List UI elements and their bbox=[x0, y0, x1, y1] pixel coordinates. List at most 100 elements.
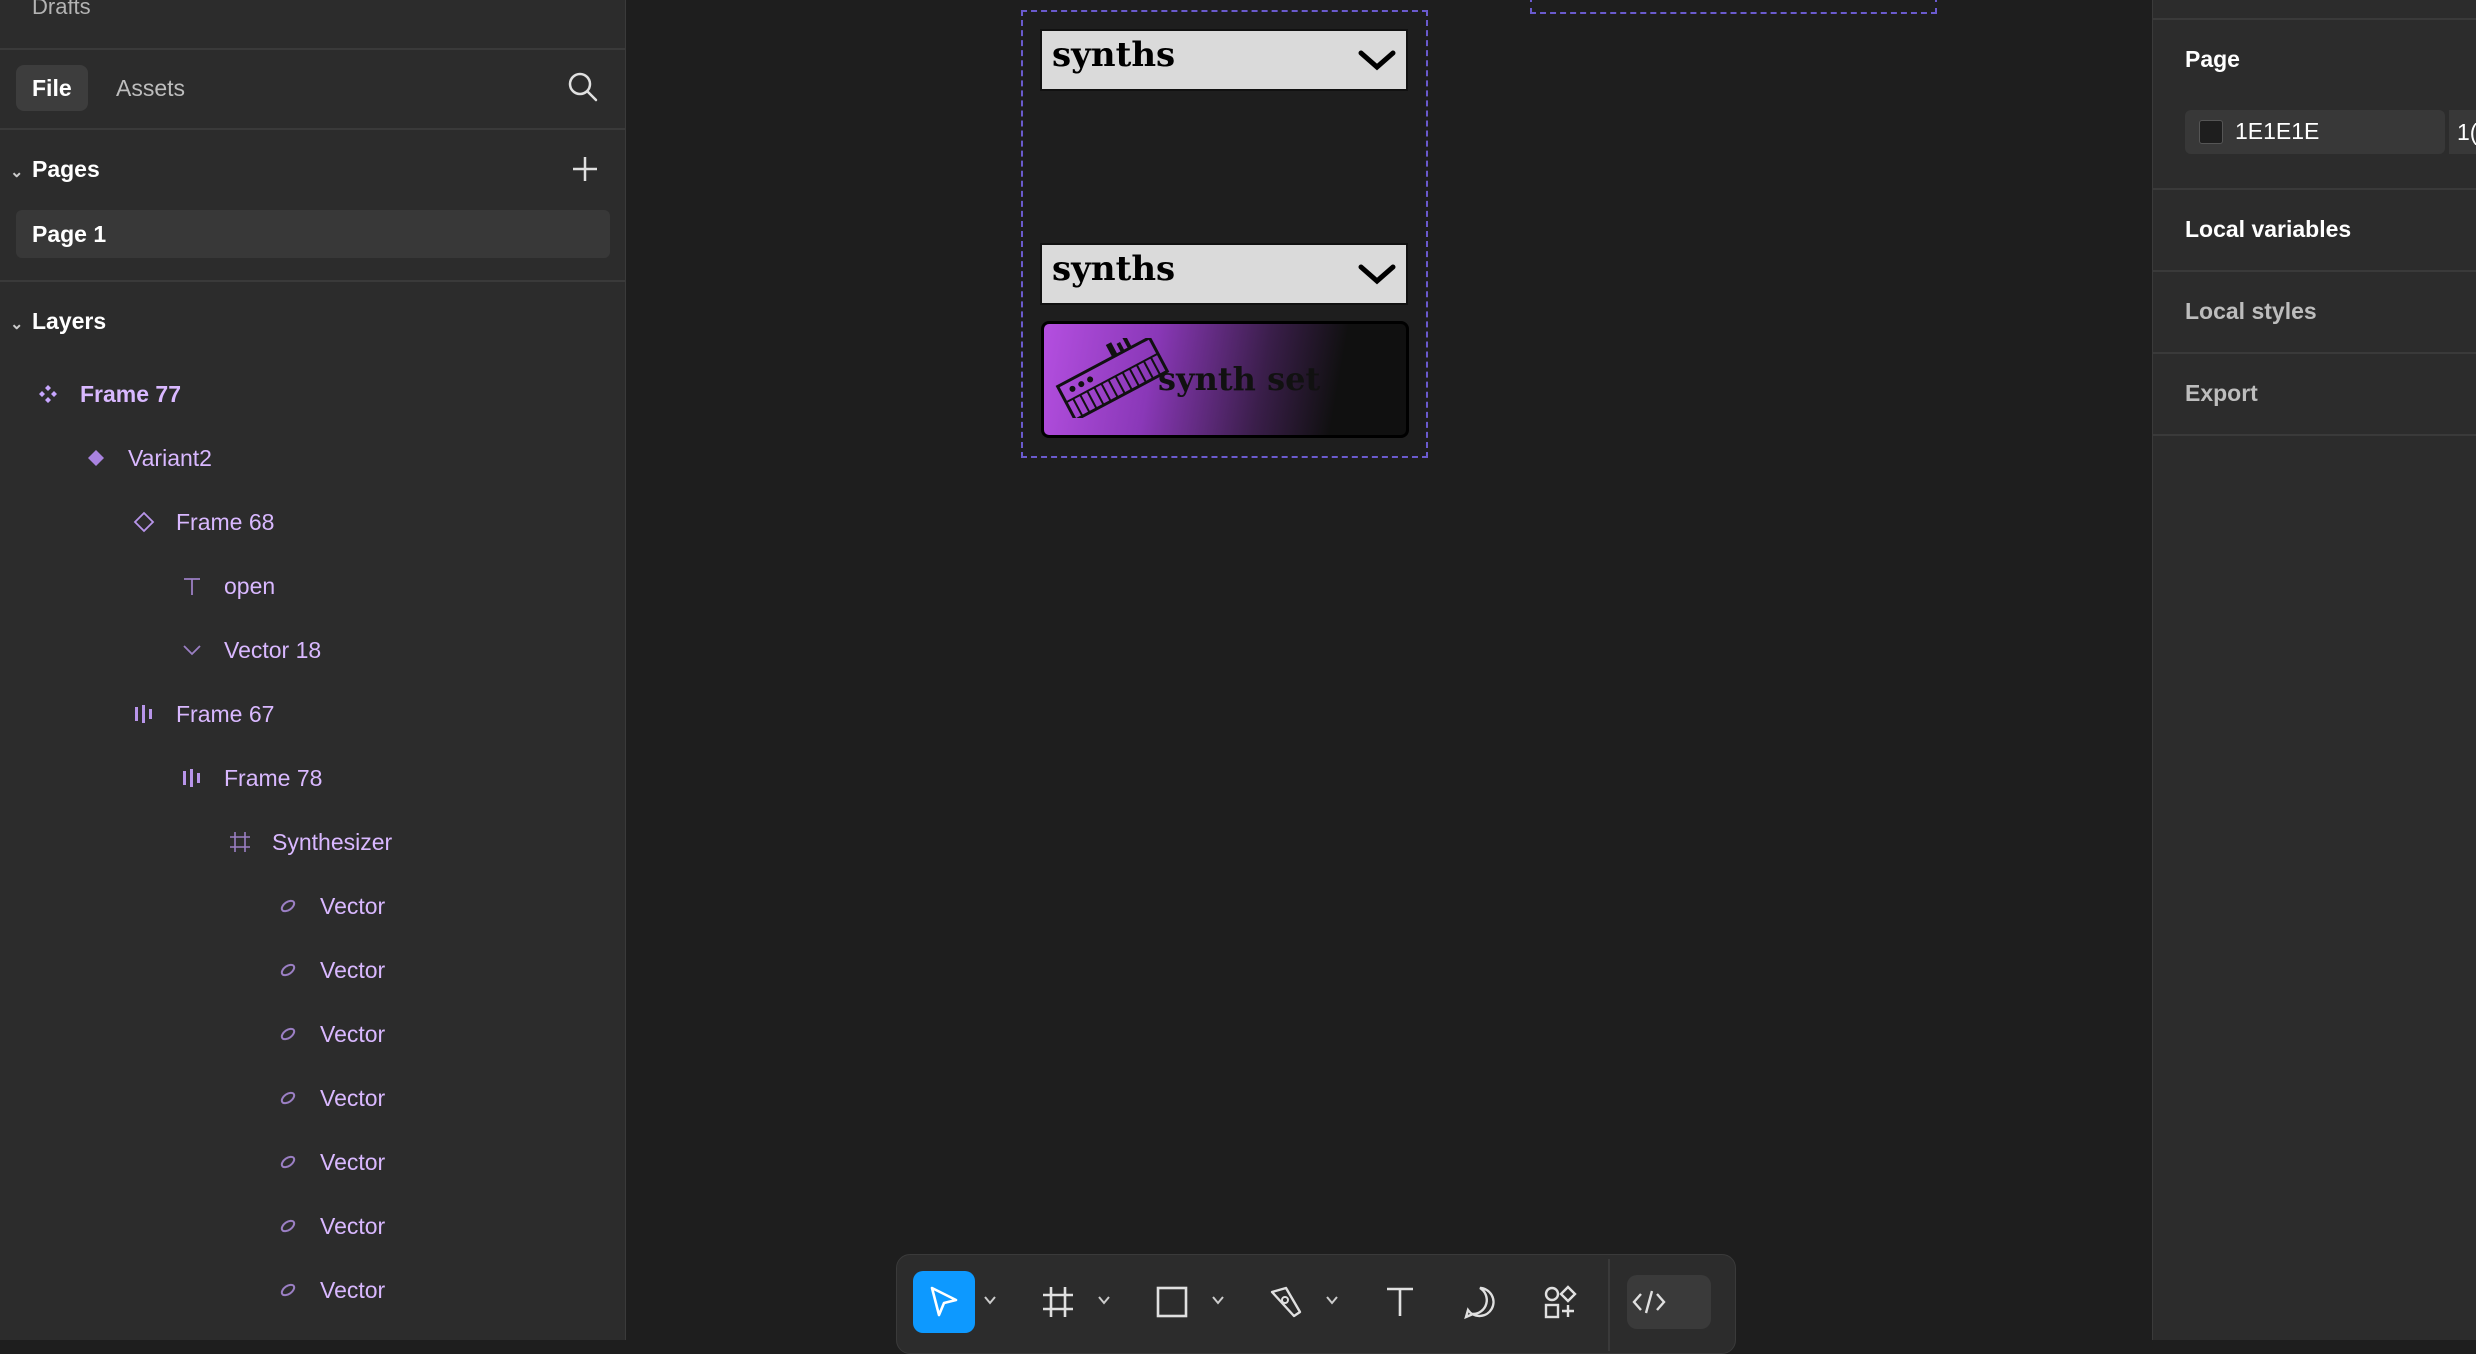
chevron-down-icon[interactable]: ⌄ bbox=[10, 314, 24, 334]
layer-vector[interactable]: Vector bbox=[0, 1014, 626, 1054]
layer-label: Vector 18 bbox=[224, 637, 322, 663]
code-icon bbox=[1632, 1290, 1666, 1314]
layer-label: Vector bbox=[320, 1085, 386, 1111]
layer-vector[interactable]: Vector bbox=[0, 1142, 626, 1182]
pages-section-header[interactable]: ⌄ Pages bbox=[10, 156, 100, 183]
frame-icon bbox=[230, 832, 250, 852]
auto-layout-icon bbox=[183, 769, 200, 787]
chevron-down-icon bbox=[1358, 264, 1396, 285]
text-icon bbox=[1387, 1287, 1413, 1316]
pen-icon bbox=[1270, 1286, 1302, 1318]
vector-icon bbox=[280, 1219, 296, 1233]
tab-file[interactable]: File bbox=[16, 65, 88, 111]
dropdown-label: synths bbox=[1052, 35, 1176, 75]
toolbar-divider bbox=[1608, 1259, 1610, 1351]
actions-tool-button[interactable] bbox=[1529, 1271, 1591, 1333]
layer-frame-68[interactable]: Frame 68 bbox=[0, 502, 626, 542]
instance-icon bbox=[133, 511, 155, 533]
layer-label: Vector bbox=[320, 893, 386, 919]
card-label: synth set bbox=[1158, 360, 1321, 398]
text-tool-button[interactable] bbox=[1369, 1271, 1431, 1333]
layers-header-label: Layers bbox=[32, 308, 107, 334]
chevron-down-icon[interactable] bbox=[1097, 1293, 1111, 1307]
vector-icon bbox=[280, 1155, 296, 1169]
layer-synthesizer[interactable]: Synthesizer bbox=[0, 822, 626, 862]
rectangle-icon bbox=[1156, 1286, 1188, 1318]
color-swatch[interactable] bbox=[2199, 120, 2223, 144]
page-item-page-1[interactable]: Page 1 bbox=[16, 210, 610, 258]
layer-frame-67[interactable]: Frame 67 bbox=[0, 694, 626, 734]
layer-label: Vector bbox=[320, 1213, 386, 1239]
synth-set-option[interactable]: synth set bbox=[1041, 321, 1409, 438]
color-hex-input[interactable]: 1E1E1E bbox=[2235, 118, 2319, 145]
layer-label: Frame 77 bbox=[80, 381, 182, 407]
page-section-label: Page bbox=[2185, 46, 2240, 72]
opacity-input[interactable]: 1( bbox=[2449, 110, 2476, 154]
divider bbox=[2153, 270, 2476, 272]
vector-icon bbox=[183, 645, 201, 656]
tab-assets[interactable]: Assets bbox=[100, 65, 201, 111]
layer-open[interactable]: open bbox=[0, 566, 626, 606]
frame-tool-button[interactable] bbox=[1027, 1271, 1089, 1333]
divider bbox=[2153, 18, 2476, 20]
layer-frame-77[interactable]: Frame 77 bbox=[0, 374, 626, 414]
search-icon[interactable] bbox=[566, 70, 600, 104]
layer-label: Variant2 bbox=[128, 445, 212, 471]
chevron-down-icon[interactable]: ⌄ bbox=[10, 162, 24, 182]
chevron-down-icon bbox=[1358, 50, 1396, 71]
move-tool-button[interactable] bbox=[913, 1271, 975, 1333]
local-variables-button[interactable]: Local variables bbox=[2185, 216, 2351, 243]
chevron-down-icon[interactable] bbox=[983, 1293, 997, 1307]
vector-icon bbox=[280, 899, 296, 913]
divider bbox=[0, 128, 626, 130]
dropdown-synths-open[interactable]: synths bbox=[1040, 243, 1408, 305]
frame-icon bbox=[1043, 1287, 1073, 1317]
frame-outline[interactable] bbox=[1530, 0, 1937, 14]
layers-section-header[interactable]: ⌄ Layers bbox=[10, 308, 106, 335]
drafts-label[interactable]: Drafts bbox=[32, 0, 91, 20]
pen-tool-button[interactable] bbox=[1255, 1271, 1317, 1333]
shape-tool-button[interactable] bbox=[1141, 1271, 1203, 1333]
layer-variant2[interactable]: Variant2 bbox=[0, 438, 626, 478]
dev-mode-toggle[interactable] bbox=[1627, 1275, 1711, 1329]
chevron-down-icon[interactable] bbox=[1325, 1293, 1339, 1307]
layer-vector[interactable]: Vector bbox=[0, 886, 626, 926]
component-icon bbox=[88, 450, 104, 466]
divider bbox=[2153, 188, 2476, 190]
layer-label: Vector bbox=[320, 1021, 386, 1047]
vector-icon bbox=[280, 1091, 296, 1105]
layer-label: Vector bbox=[320, 1149, 386, 1175]
design-panel: Page 1E1E1E 1( Local variables Local sty… bbox=[2152, 0, 2476, 1340]
local-styles-label: Local styles bbox=[2185, 298, 2317, 324]
vector-icon bbox=[280, 963, 296, 977]
pages-header-label: Pages bbox=[32, 156, 100, 182]
auto-layout-icon bbox=[135, 705, 152, 723]
layer-vector[interactable]: Vector bbox=[0, 1206, 626, 1246]
layers-panel: Drafts File Assets ⌄ Pages Page 1 ⌄ Layers… bbox=[0, 0, 626, 1340]
vector-icon bbox=[280, 1027, 296, 1041]
layer-vector[interactable]: Vector bbox=[0, 950, 626, 990]
divider bbox=[0, 280, 626, 282]
layer-label: Vector bbox=[320, 957, 386, 983]
divider bbox=[0, 48, 626, 50]
component-set-icon bbox=[39, 385, 57, 403]
comment-tool-button[interactable] bbox=[1449, 1271, 1511, 1333]
layer-label: Frame 78 bbox=[224, 765, 323, 791]
layer-vector[interactable]: Vector bbox=[0, 1078, 626, 1118]
text-icon bbox=[184, 578, 200, 595]
layer-label: open bbox=[224, 573, 276, 599]
vector-icon bbox=[280, 1283, 296, 1297]
layer-frame-78[interactable]: Frame 78 bbox=[0, 758, 626, 798]
actions-icon bbox=[1544, 1285, 1577, 1319]
dropdown-synths-closed[interactable]: synths bbox=[1040, 29, 1408, 91]
synthesizer-icon bbox=[1055, 338, 1170, 418]
chevron-down-icon[interactable] bbox=[1211, 1293, 1225, 1307]
comment-icon bbox=[1464, 1286, 1495, 1320]
add-page-icon[interactable] bbox=[570, 154, 600, 184]
export-section[interactable]: Export bbox=[2185, 380, 2258, 407]
divider bbox=[2153, 352, 2476, 354]
layer-vector[interactable]: Vector bbox=[0, 1270, 626, 1310]
layer-vector-18[interactable]: Vector 18 bbox=[0, 630, 626, 670]
bottom-toolbar bbox=[896, 1254, 1736, 1354]
layer-label: Vector bbox=[320, 1277, 386, 1303]
